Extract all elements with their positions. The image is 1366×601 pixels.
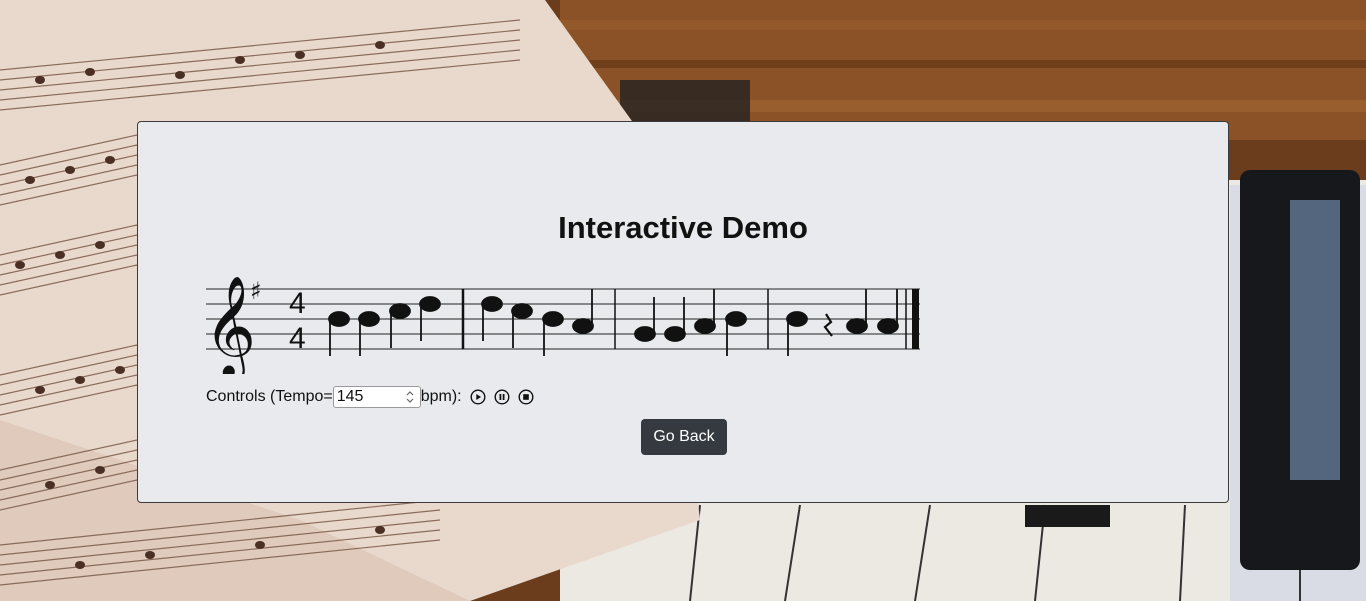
- demo-card: Interactive Demo 𝄞 ♯ 4 4 Controls (Tempo…: [137, 121, 1229, 503]
- play-icon[interactable]: [470, 389, 486, 405]
- controls-label-prefix: Controls (Tempo=: [206, 388, 333, 405]
- time-signature-bottom: 4: [289, 322, 306, 355]
- tempo-input[interactable]: [333, 387, 399, 407]
- tempo-input-wrapper[interactable]: [332, 386, 421, 408]
- go-back-button[interactable]: Go Back: [641, 419, 727, 455]
- music-staff: 𝄞 ♯ 4 4: [204, 264, 924, 382]
- playback-controls: Controls (Tempo= bpm):: [206, 386, 534, 408]
- tempo-spinner-icon[interactable]: [404, 389, 416, 405]
- key-signature: ♯: [250, 277, 262, 305]
- page-title: Interactive Demo: [558, 210, 808, 245]
- stop-icon[interactable]: [518, 389, 534, 405]
- controls-label-suffix: bpm):: [420, 388, 462, 405]
- pause-icon[interactable]: [494, 389, 510, 405]
- treble-clef-icon: 𝄞: [204, 274, 256, 374]
- notes: [328, 289, 919, 356]
- time-signature-top: 4: [289, 287, 306, 320]
